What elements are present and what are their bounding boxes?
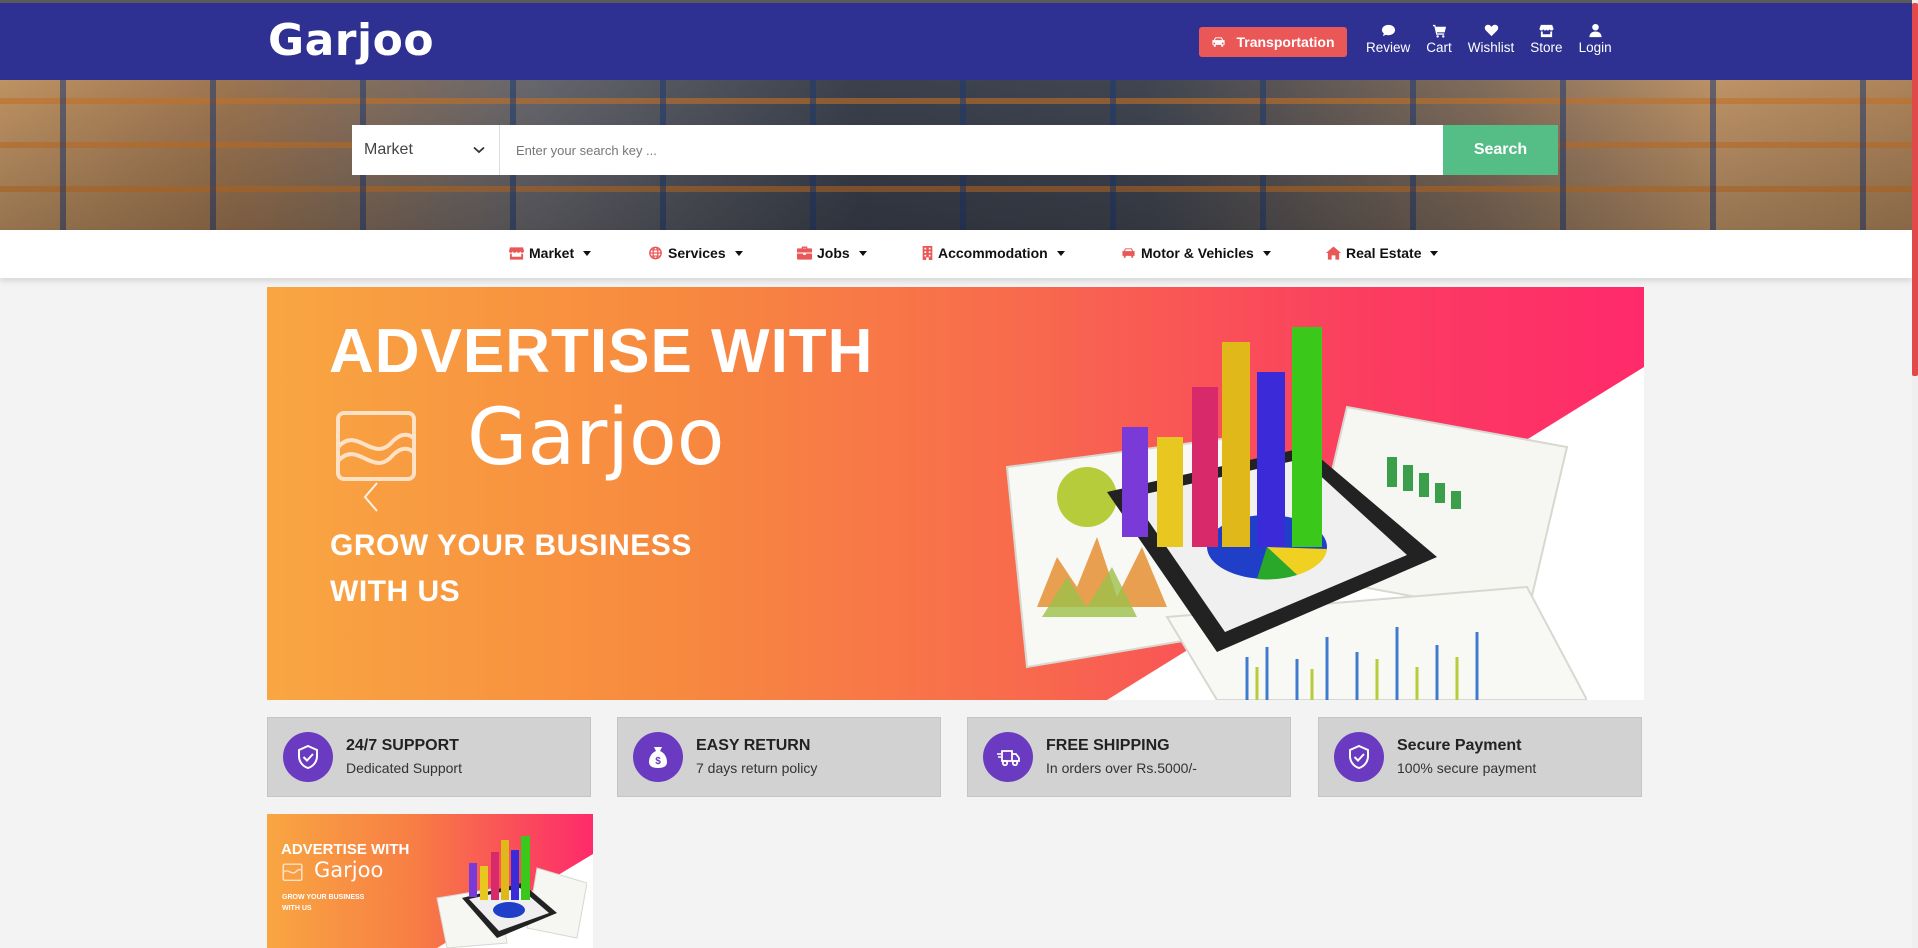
nav-review-label: Review bbox=[1366, 40, 1411, 55]
search-input[interactable] bbox=[500, 125, 1443, 175]
search-button[interactable]: Search bbox=[1443, 125, 1558, 175]
side-advert-subtitle-line2: WITH US bbox=[282, 905, 312, 912]
site-header: Garjoo Transportation Review Cart Wishli… bbox=[0, 3, 1912, 80]
home-icon bbox=[1326, 246, 1341, 260]
category-market-label: Market bbox=[529, 245, 575, 261]
svg-text:$: $ bbox=[655, 756, 661, 767]
category-motor-vehicles-label: Motor & Vehicles bbox=[1141, 245, 1254, 261]
search-bar: Market Search bbox=[352, 125, 1558, 175]
caret-down-icon bbox=[1056, 250, 1065, 256]
category-motor-vehicles[interactable]: Motor & Vehicles bbox=[1121, 245, 1271, 261]
garjoo-logo-mark-icon bbox=[282, 863, 303, 882]
side-advert-title: ADVERTISE WITH bbox=[281, 841, 410, 858]
money-bag-icon: $ bbox=[649, 747, 667, 768]
feature-title: 24/7 SUPPORT bbox=[346, 737, 459, 754]
banner-subtitle: GROW YOUR BUSINESS WITH US bbox=[330, 523, 692, 615]
user-icon bbox=[1588, 23, 1602, 38]
category-accommodation[interactable]: Accommodation bbox=[922, 245, 1065, 261]
nav-wishlist[interactable]: Wishlist bbox=[1467, 23, 1515, 55]
feature-secure-payment: Secure Payment 100% secure payment bbox=[1318, 717, 1642, 797]
nav-wishlist-label: Wishlist bbox=[1467, 40, 1515, 55]
car-icon bbox=[1122, 248, 1135, 258]
category-accommodation-label: Accommodation bbox=[938, 245, 1048, 261]
category-services[interactable]: Services bbox=[648, 245, 743, 261]
category-jobs[interactable]: Jobs bbox=[797, 245, 867, 261]
caret-down-icon bbox=[1262, 250, 1271, 256]
nav-review[interactable]: Review bbox=[1366, 23, 1410, 55]
header-nav: Review Cart Wishlist Store Login bbox=[1366, 23, 1628, 55]
banner-chart-illustration bbox=[1005, 327, 1587, 700]
nav-login[interactable]: Login bbox=[1579, 23, 1612, 55]
feature-title: EASY RETURN bbox=[696, 737, 811, 754]
truck-icon bbox=[997, 750, 1020, 767]
shield-check-icon bbox=[1349, 744, 1369, 770]
nav-store[interactable]: Store bbox=[1530, 23, 1563, 55]
car-icon bbox=[1212, 37, 1226, 47]
search-category-value: Market bbox=[364, 141, 413, 158]
side-advert-subtitle: GROW YOUR BUSINESS WITH US bbox=[282, 892, 364, 914]
feature-desc: Dedicated Support bbox=[346, 760, 462, 776]
store-icon bbox=[1539, 24, 1554, 38]
category-market[interactable]: Market bbox=[509, 245, 592, 261]
feature-title: FREE SHIPPING bbox=[1046, 737, 1170, 754]
garjoo-logo-mark-icon bbox=[336, 411, 416, 481]
feature-title: Secure Payment bbox=[1397, 737, 1522, 754]
page-scrollbar-thumb[interactable] bbox=[1912, 3, 1918, 376]
site-logo[interactable]: Garjoo bbox=[268, 15, 434, 67]
nav-store-label: Store bbox=[1530, 40, 1563, 55]
feature-easy-return: $ EASY RETURN 7 days return policy bbox=[617, 717, 941, 797]
caret-down-icon bbox=[583, 250, 592, 256]
heart-icon bbox=[1484, 24, 1498, 37]
hero-banner-carousel[interactable]: ADVERTISE WITH Garjoo GROW YOUR BUSINESS… bbox=[267, 287, 1644, 700]
nav-cart[interactable]: Cart bbox=[1426, 23, 1452, 55]
transportation-label: Transportation bbox=[1236, 34, 1335, 50]
banner-title: ADVERTISE WITH bbox=[329, 317, 874, 386]
side-advert-chart-illustration bbox=[436, 836, 587, 948]
feature-desc: In orders over Rs.5000/- bbox=[1046, 760, 1197, 776]
chevron-down-icon bbox=[473, 146, 485, 154]
category-services-label: Services bbox=[668, 245, 726, 261]
carousel-prev-arrow-icon[interactable] bbox=[357, 477, 383, 517]
store-icon bbox=[509, 247, 524, 260]
feature-desc: 100% secure payment bbox=[1397, 760, 1537, 776]
cart-icon bbox=[1432, 24, 1446, 38]
category-jobs-label: Jobs bbox=[817, 245, 850, 261]
nav-login-label: Login bbox=[1578, 40, 1612, 55]
banner-subtitle-line1: GROW YOUR BUSINESS bbox=[330, 529, 692, 562]
category-real-estate-label: Real Estate bbox=[1346, 245, 1422, 261]
caret-down-icon bbox=[858, 250, 867, 256]
category-nav: Market Services Jobs Accommodation Motor… bbox=[0, 230, 1912, 278]
side-advert-brand: Garjoo bbox=[314, 858, 384, 882]
feature-support: 24/7 SUPPORT Dedicated Support bbox=[267, 717, 591, 797]
banner-brand: Garjoo bbox=[467, 393, 725, 483]
caret-down-icon bbox=[734, 250, 743, 256]
shield-check-icon bbox=[298, 744, 318, 770]
search-category-select[interactable]: Market bbox=[352, 125, 500, 175]
nav-cart-label: Cart bbox=[1426, 40, 1452, 55]
transportation-button[interactable]: Transportation bbox=[1199, 27, 1347, 57]
comment-icon bbox=[1381, 24, 1395, 37]
banner-subtitle-line2: WITH US bbox=[330, 575, 461, 608]
side-advert-subtitle-line1: GROW YOUR BUSINESS bbox=[282, 894, 365, 901]
side-advert-banner[interactable]: ADVERTISE WITH Garjoo GROW YOUR BUSINESS… bbox=[267, 814, 593, 948]
category-real-estate[interactable]: Real Estate bbox=[1326, 245, 1439, 261]
caret-down-icon bbox=[1430, 250, 1439, 256]
globe-icon bbox=[649, 246, 662, 260]
feature-free-shipping: FREE SHIPPING In orders over Rs.5000/- bbox=[967, 717, 1291, 797]
feature-desc: 7 days return policy bbox=[696, 760, 818, 776]
building-icon bbox=[922, 246, 933, 260]
briefcase-icon bbox=[797, 246, 812, 260]
